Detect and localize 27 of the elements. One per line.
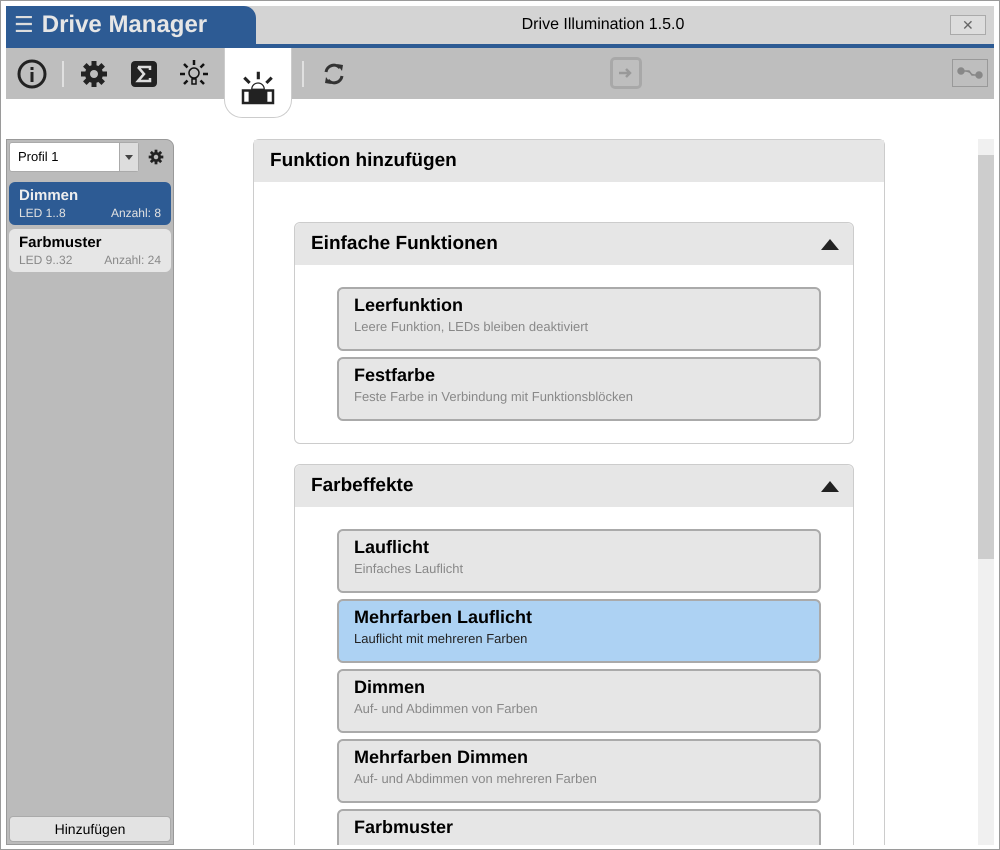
function-item[interactable]: Mehrfarben Dimmen Auf- und Abdimmen von mehreren Farben: [337, 739, 821, 803]
menu-button[interactable]: ☰: [14, 12, 34, 38]
sidebar-item[interactable]: Farbmuster LED 9..32 Anzahl: 24: [9, 229, 171, 272]
collapse-icon[interactable]: [821, 480, 839, 492]
section-title: Farbeffekte: [311, 475, 414, 497]
profile-dropdown[interactable]: Profil 1: [9, 142, 139, 172]
window-title: Drive Illumination 1.5.0: [520, 16, 686, 34]
connection-icon: [957, 66, 983, 80]
function-item[interactable]: Mehrfarben Lauflicht Lauflicht mit mehreren Farben: [337, 599, 821, 663]
caret-icon: [125, 154, 133, 160]
settings-icon[interactable]: [147, 148, 165, 166]
function-item[interactable]: Leerfunktion Leere Funktion, LEDs bleiben deaktiviert: [337, 287, 821, 351]
arrow-icon: [618, 67, 634, 79]
info-icon: [16, 58, 48, 90]
panel-title: Funktion hinzufügen: [254, 140, 884, 182]
section-title: Einfache Funktionen: [311, 233, 498, 255]
function-item[interactable]: Festfarbe Feste Farbe in Verbindung mit Funktionsblöcken: [337, 357, 821, 421]
collapse-icon[interactable]: [821, 238, 839, 250]
sidebar-item[interactable]: Dimmen LED 1..8 Anzahl: 8: [9, 182, 171, 225]
scrollbar[interactable]: [978, 139, 994, 845]
function-item[interactable]: Dimmen Auf- und Abdimmen von Farben: [337, 669, 821, 733]
function-item[interactable]: Farbmuster: [337, 809, 821, 845]
close-button[interactable]: ✕: [950, 15, 986, 35]
function-item[interactable]: Lauflicht Einfaches Lauflicht: [337, 529, 821, 593]
app-name: Drive Manager: [42, 11, 208, 39]
toolbar-tab[interactable]: [224, 48, 292, 118]
add-button[interactable]: Hinzufügen: [9, 816, 171, 842]
